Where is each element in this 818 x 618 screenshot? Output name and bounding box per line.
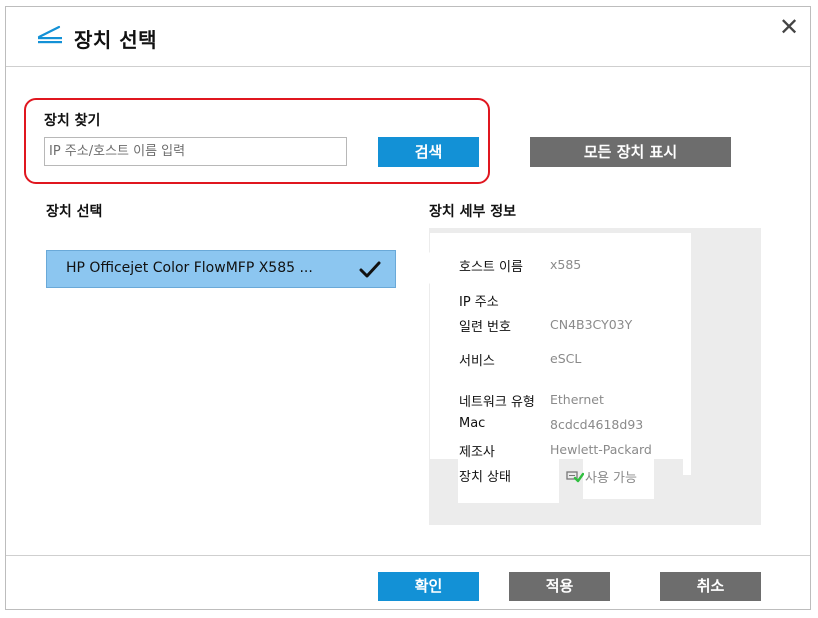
ip-hostname-input[interactable] <box>44 137 347 166</box>
detail-label-manufacturer: 제조사 <box>459 445 495 460</box>
detail-label-ip: IP 주소 <box>459 295 499 310</box>
details-card-edge <box>683 455 691 475</box>
detail-label-mac: Mac <box>459 416 486 431</box>
scanner-icon <box>37 25 62 44</box>
detail-label-serial: 일련 번호 <box>459 320 511 335</box>
detail-value-serial: CN4B3CY03Y <box>550 317 633 332</box>
footer-divider <box>6 555 810 556</box>
header-divider <box>6 66 810 67</box>
detail-label-hostname: 호스트 이름 <box>459 260 523 275</box>
detail-value-network-type: Ethernet <box>550 392 604 407</box>
show-all-devices-button[interactable]: 모든 장치 표시 <box>530 137 731 167</box>
detail-value-mac: 8cdcd4618d93 <box>550 417 644 432</box>
device-list-item[interactable]: HP Officejet Color FlowMFP X585 ... <box>46 250 396 288</box>
detail-label-network-type: 네트워크 유형 <box>459 395 535 410</box>
device-name: HP Officejet Color FlowMFP X585 ... <box>66 260 313 276</box>
details-pointer-notch <box>414 250 432 286</box>
close-icon[interactable]: ✕ <box>776 14 802 40</box>
detail-label-device-status: 장치 상태 <box>459 470 511 485</box>
detail-value-hostname: x585 <box>550 257 582 272</box>
detail-label-service: 서비스 <box>459 354 495 369</box>
network-status-icon <box>566 471 584 483</box>
device-details-label: 장치 세부 정보 <box>429 204 517 220</box>
detail-value-manufacturer: Hewlett-Packard <box>550 442 652 457</box>
search-button[interactable]: 검색 <box>378 137 479 167</box>
find-device-label: 장치 찾기 <box>44 113 101 129</box>
device-list-label: 장치 선택 <box>46 204 103 220</box>
detail-value-service: eSCL <box>550 351 582 366</box>
detail-value-device-status: 사용 가능 <box>585 471 637 486</box>
dialog-title: 장치 선택 <box>74 28 158 52</box>
checkmark-icon <box>359 261 381 278</box>
ok-button[interactable]: 확인 <box>378 572 479 601</box>
apply-button[interactable]: 적용 <box>509 572 610 601</box>
cancel-button[interactable]: 취소 <box>660 572 761 601</box>
